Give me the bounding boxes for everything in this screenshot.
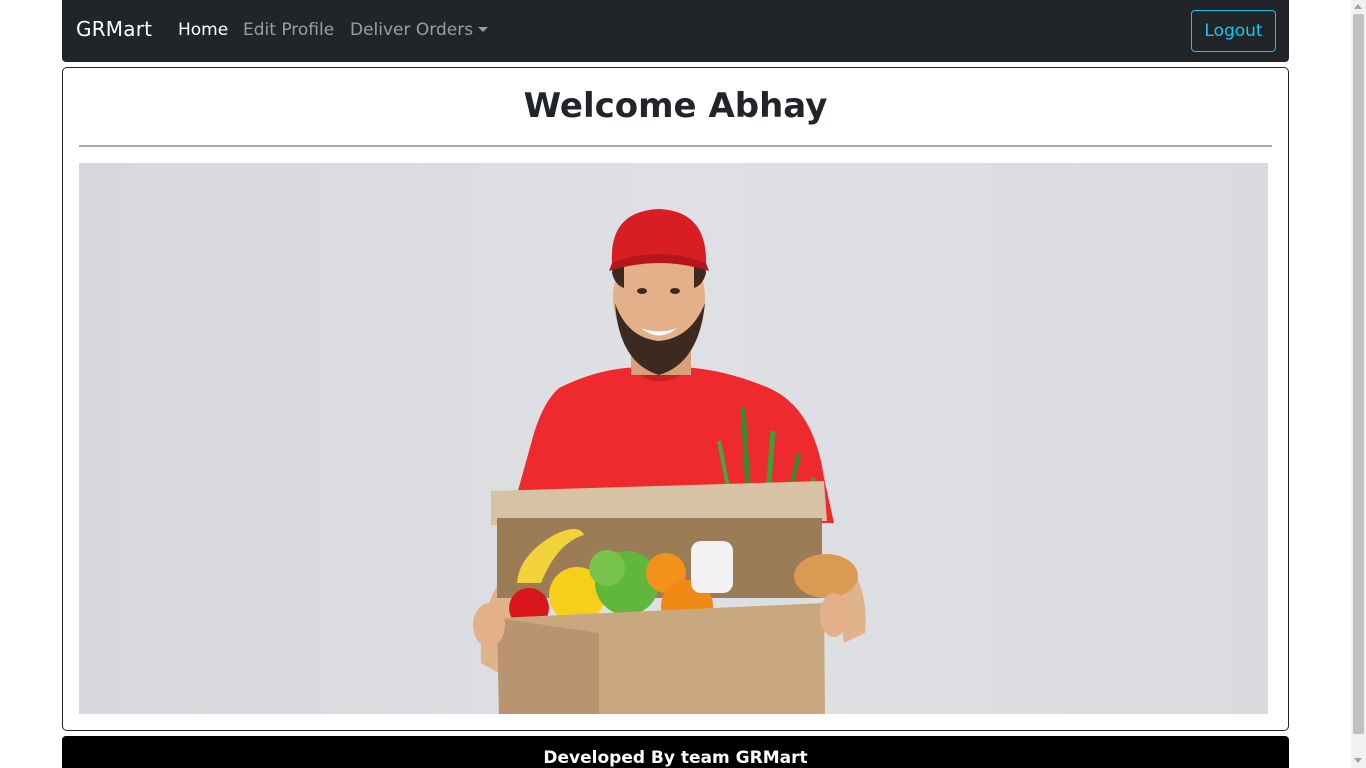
welcome-card: Welcome Abhay <box>62 67 1289 731</box>
caret-down-icon <box>478 27 489 32</box>
deliver-orders-label: Deliver Orders <box>350 20 474 40</box>
nav-link-edit-profile[interactable]: Edit Profile <box>243 20 334 40</box>
scroll-thumb[interactable] <box>1353 14 1364 734</box>
vertical-scrollbar[interactable] <box>1351 0 1366 768</box>
top-navbar: GRMart Home Edit Profile Deliver Orders … <box>62 0 1289 62</box>
scroll-down-icon[interactable] <box>1354 758 1362 763</box>
welcome-heading: Welcome Abhay <box>523 86 828 126</box>
hero-image <box>79 163 1268 714</box>
nav-dropdown-deliver-orders[interactable]: Deliver Orders <box>350 20 489 40</box>
brand-logo[interactable]: GRMart <box>76 17 152 41</box>
page-footer: Developed By team GRMart <box>62 736 1289 768</box>
logout-button[interactable]: Logout <box>1191 10 1276 52</box>
footer-text: Developed By team GRMart <box>543 748 808 768</box>
divider <box>79 145 1272 147</box>
scroll-up-icon[interactable] <box>1354 4 1362 9</box>
delivery-person-illustration <box>473 209 866 714</box>
nav-link-home[interactable]: Home <box>178 20 228 40</box>
